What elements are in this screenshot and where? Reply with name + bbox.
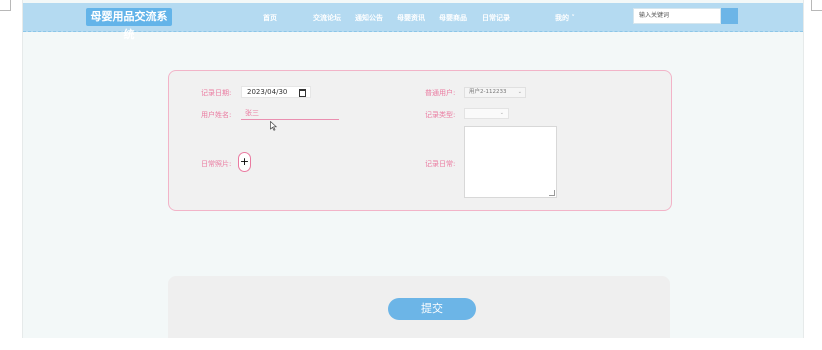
chevron-down-icon: ⌄	[499, 110, 504, 116]
record-type-select[interactable]: ⌄	[464, 108, 509, 119]
username-input[interactable]: 张三	[241, 108, 339, 120]
record-date-input[interactable]: 2023/04/30	[241, 86, 311, 98]
chevron-down-icon: ⌄	[517, 89, 522, 95]
record-form: 记录日期: 2023/04/30 用户姓名: 张三 日常照片: + 普通用户: …	[168, 70, 672, 211]
page-corner-mark-right	[811, 0, 822, 11]
photo-label: 日常照片:	[201, 160, 232, 168]
mouse-cursor-icon	[270, 121, 277, 131]
record-diary-textarea[interactable]	[464, 126, 557, 198]
add-photo-button[interactable]: +	[238, 152, 251, 172]
user-select[interactable]: 用户2-112233 ⌄	[464, 87, 526, 98]
user-select-value: 用户2-112233	[469, 89, 507, 95]
nav-news[interactable]: 母婴资讯	[397, 13, 425, 23]
record-type-label: 记录类型:	[425, 111, 456, 119]
nav-notice[interactable]: 通知公告	[355, 13, 383, 23]
calendar-icon[interactable]	[299, 89, 306, 97]
submit-button[interactable]: 提交	[388, 298, 476, 320]
site-logo[interactable]: 母婴用品交流系统	[86, 8, 172, 41]
record-diary-label: 记录日常:	[425, 160, 456, 168]
search-button[interactable]	[721, 8, 738, 24]
record-date-value: 2023/04/30	[247, 88, 288, 96]
nav-products[interactable]: 母婴商品	[439, 13, 467, 23]
top-navigation-bar: 母婴用品交流系统 首页 交流论坛 通知公告 母婴资讯 母婴商品 日常记录 我的 …	[23, 3, 803, 41]
nav-home[interactable]: 首页	[263, 13, 277, 23]
user-label: 普通用户:	[425, 89, 456, 97]
resize-handle-icon[interactable]	[549, 190, 555, 196]
username-label: 用户姓名:	[201, 111, 232, 119]
submit-panel: 提交	[168, 276, 670, 338]
record-date-label: 记录日期:	[201, 89, 232, 97]
nav-daily-records[interactable]: 日常记录	[482, 13, 510, 23]
nav-forum[interactable]: 交流论坛	[313, 13, 341, 23]
page-corner-mark-left	[0, 0, 11, 11]
search-input[interactable]: 输入关键词	[633, 8, 721, 24]
nav-my-account[interactable]: 我的 ˅	[555, 13, 575, 23]
page: 母婴用品交流系统 首页 交流论坛 通知公告 母婴资讯 母婴商品 日常记录 我的 …	[22, 0, 804, 338]
